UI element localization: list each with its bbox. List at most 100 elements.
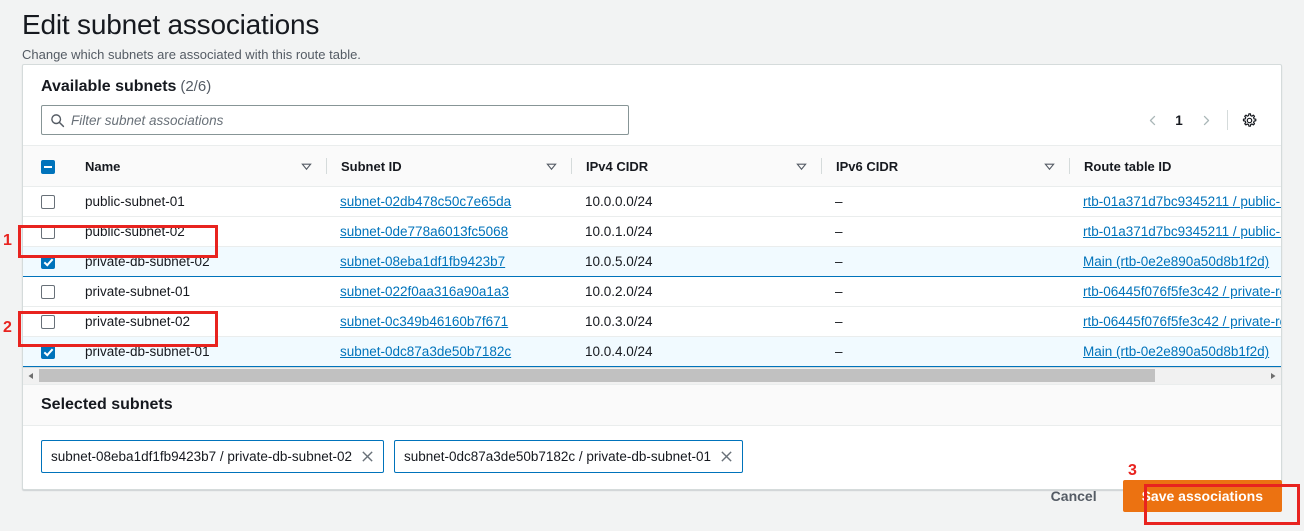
ipv4-cidr: 10.0.3.0/24 <box>585 314 653 329</box>
ipv6-cidr-cell: – <box>821 276 1069 307</box>
row-checkbox[interactable] <box>41 255 55 270</box>
route-table-link-wrapper: rtb-06445f076f5fe3c42 / private-route-ta… <box>1069 284 1281 299</box>
close-icon[interactable] <box>361 450 374 463</box>
table-row[interactable]: public-subnet-01 subnet-02db478c50c7e65da… <box>23 186 1281 217</box>
column-header-route-table-id[interactable]: Route table ID <box>1069 146 1281 187</box>
subnet-id-link[interactable]: subnet-02db478c50c7e65da <box>340 194 511 209</box>
subnet-id-link[interactable]: subnet-0de778a6013fc5068 <box>340 224 508 239</box>
subnet-name-cell: public-subnet-01 <box>71 186 326 217</box>
ipv4-cidr-cell: 10.0.2.0/24 <box>571 276 821 307</box>
select-all-checkbox[interactable] <box>41 159 55 174</box>
gear-icon <box>1242 112 1256 127</box>
available-subnets-count: (2/6) <box>180 78 212 95</box>
route-table-link-cell[interactable]: rtb-01a371d7bc9345211 / public-route-tab… <box>1069 186 1281 217</box>
route-table-link[interactable]: Main (rtb-0e2e890a50d8b1f2d) <box>1083 254 1269 269</box>
subnet-id-link[interactable]: subnet-022f0aa316a90a1a3 <box>340 284 509 299</box>
horizontal-scrollbar[interactable] <box>23 367 1281 384</box>
chevron-right-icon <box>1203 115 1209 125</box>
close-icon[interactable] <box>720 450 733 463</box>
row-checkbox[interactable] <box>41 195 55 210</box>
route-table-link[interactable]: rtb-01a371d7bc9345211 / public-route-tab… <box>1083 194 1281 209</box>
scroll-right-arrow-icon[interactable] <box>1265 368 1281 384</box>
column-header-ipv4-cidr[interactable]: IPv4 CIDR <box>571 146 821 187</box>
pagination-page-number[interactable]: 1 <box>1168 113 1190 128</box>
pagination-divider <box>1227 110 1228 130</box>
sort-icon[interactable] <box>301 161 312 172</box>
column-header-subnet-id[interactable]: Subnet ID <box>326 146 571 187</box>
subnet-id-link-cell[interactable]: subnet-022f0aa316a90a1a3 <box>326 276 571 307</box>
sort-icon[interactable] <box>1044 161 1055 172</box>
route-table-link-wrapper: rtb-06445f076f5fe3c42 / private-route-ta… <box>1069 314 1281 329</box>
column-label-route-table-id: Route table ID <box>1084 158 1172 174</box>
selected-subnet-token[interactable]: subnet-08eba1df1fb9423b7 / private-db-su… <box>41 440 384 473</box>
pagination-next-button[interactable] <box>1192 106 1220 134</box>
ipv6-cidr: – <box>835 224 843 239</box>
annotation-number-3: 3 <box>1128 462 1137 479</box>
row-checkbox[interactable] <box>41 285 55 300</box>
row-checkbox-cell[interactable] <box>23 276 71 307</box>
table-row[interactable]: public-subnet-02 subnet-0de778a6013fc5068… <box>23 216 1281 247</box>
row-checkbox[interactable] <box>41 345 55 360</box>
subnet-id-link[interactable]: subnet-0c349b46160b7f671 <box>340 314 508 329</box>
row-checkbox-cell[interactable] <box>23 306 71 337</box>
ipv6-cidr: – <box>835 344 843 359</box>
subnet-id-link-cell[interactable]: subnet-08eba1df1fb9423b7 <box>326 246 571 277</box>
subnet-name-cell: private-db-subnet-02 <box>71 246 326 277</box>
subnet-id-link-cell[interactable]: subnet-0de778a6013fc5068 <box>326 216 571 247</box>
annotation-number-2: 2 <box>3 319 12 336</box>
ipv6-cidr-cell: – <box>821 186 1069 217</box>
table-row[interactable]: private-db-subnet-02 subnet-08eba1df1fb94… <box>23 246 1281 277</box>
page-subtitle: Change which subnets are associated with… <box>22 47 361 62</box>
subnet-id-link[interactable]: subnet-0dc87a3de50b7182c <box>340 344 511 359</box>
route-table-link[interactable]: Main (rtb-0e2e890a50d8b1f2d) <box>1083 344 1269 359</box>
table-row[interactable]: private-subnet-02 subnet-0c349b46160b7f67… <box>23 306 1281 337</box>
route-table-link-cell[interactable]: rtb-06445f076f5fe3c42 / private-route-ta… <box>1069 276 1281 307</box>
selected-subnet-token[interactable]: subnet-0dc87a3de50b7182c / private-db-su… <box>393 440 743 473</box>
pagination-prev-button[interactable] <box>1138 106 1166 134</box>
column-label-ipv4-cidr: IPv4 CIDR <box>586 158 649 174</box>
sort-icon[interactable] <box>546 161 557 172</box>
table-row[interactable]: private-subnet-01 subnet-022f0aa316a90a1a… <box>23 276 1281 307</box>
subnet-id-link-cell[interactable]: subnet-0dc87a3de50b7182c <box>326 336 571 367</box>
row-checkbox-cell[interactable] <box>23 246 71 277</box>
available-subnets-header: Available subnets (2/6) <box>23 65 1281 97</box>
ipv6-cidr: – <box>835 194 843 209</box>
scrollbar-track[interactable] <box>39 368 1265 384</box>
row-checkbox[interactable] <box>41 225 55 240</box>
subnets-table: Name Subnet ID IPv4 CIDR IPv6 CIDR Route… <box>23 146 1281 367</box>
table-settings-button[interactable] <box>1235 106 1263 134</box>
ipv4-cidr-cell: 10.0.1.0/24 <box>571 216 821 247</box>
row-checkbox-cell[interactable] <box>23 336 71 367</box>
scrollbar-thumb[interactable] <box>39 369 1155 382</box>
column-header-ipv6-cidr[interactable]: IPv6 CIDR <box>821 146 1069 187</box>
subnet-name: private-subnet-01 <box>85 284 191 299</box>
save-associations-button[interactable]: Save associations <box>1122 480 1282 512</box>
pagination: 1 <box>1138 106 1263 134</box>
subnet-name: private-db-subnet-02 <box>85 254 210 269</box>
route-table-link[interactable]: rtb-06445f076f5fe3c42 / private-route-ta… <box>1083 314 1281 329</box>
route-table-link-wrapper: rtb-01a371d7bc9345211 / public-route-tab… <box>1069 224 1281 239</box>
scroll-left-arrow-icon[interactable] <box>23 368 39 384</box>
ipv4-cidr-cell: 10.0.4.0/24 <box>571 336 821 367</box>
route-table-link-cell[interactable]: Main (rtb-0e2e890a50d8b1f2d) <box>1069 246 1281 277</box>
search-input[interactable] <box>71 112 628 128</box>
ipv4-cidr: 10.0.1.0/24 <box>585 224 653 239</box>
ipv4-cidr: 10.0.5.0/24 <box>585 254 653 269</box>
table-row[interactable]: private-db-subnet-01 subnet-0dc87a3de50b7… <box>23 336 1281 367</box>
filter-subnet-associations-box[interactable] <box>41 105 629 135</box>
route-table-link-cell[interactable]: Main (rtb-0e2e890a50d8b1f2d) <box>1069 336 1281 367</box>
column-header-name[interactable]: Name <box>71 146 326 187</box>
annotation-number-1: 1 <box>3 232 12 249</box>
subnet-id-link-cell[interactable]: subnet-0c349b46160b7f671 <box>326 306 571 337</box>
cancel-button[interactable]: Cancel <box>1041 482 1107 510</box>
route-table-link-cell[interactable]: rtb-01a371d7bc9345211 / public-route-tab… <box>1069 216 1281 247</box>
route-table-link[interactable]: rtb-06445f076f5fe3c42 / private-route-ta… <box>1083 284 1281 299</box>
sort-icon[interactable] <box>796 161 807 172</box>
subnet-id-link[interactable]: subnet-08eba1df1fb9423b7 <box>340 254 505 269</box>
route-table-link-cell[interactable]: rtb-06445f076f5fe3c42 / private-route-ta… <box>1069 306 1281 337</box>
row-checkbox[interactable] <box>41 315 55 330</box>
subnet-id-link-cell[interactable]: subnet-02db478c50c7e65da <box>326 186 571 217</box>
row-checkbox-cell[interactable] <box>23 216 71 247</box>
route-table-link[interactable]: rtb-01a371d7bc9345211 / public-route-tab… <box>1083 224 1281 239</box>
row-checkbox-cell[interactable] <box>23 186 71 217</box>
